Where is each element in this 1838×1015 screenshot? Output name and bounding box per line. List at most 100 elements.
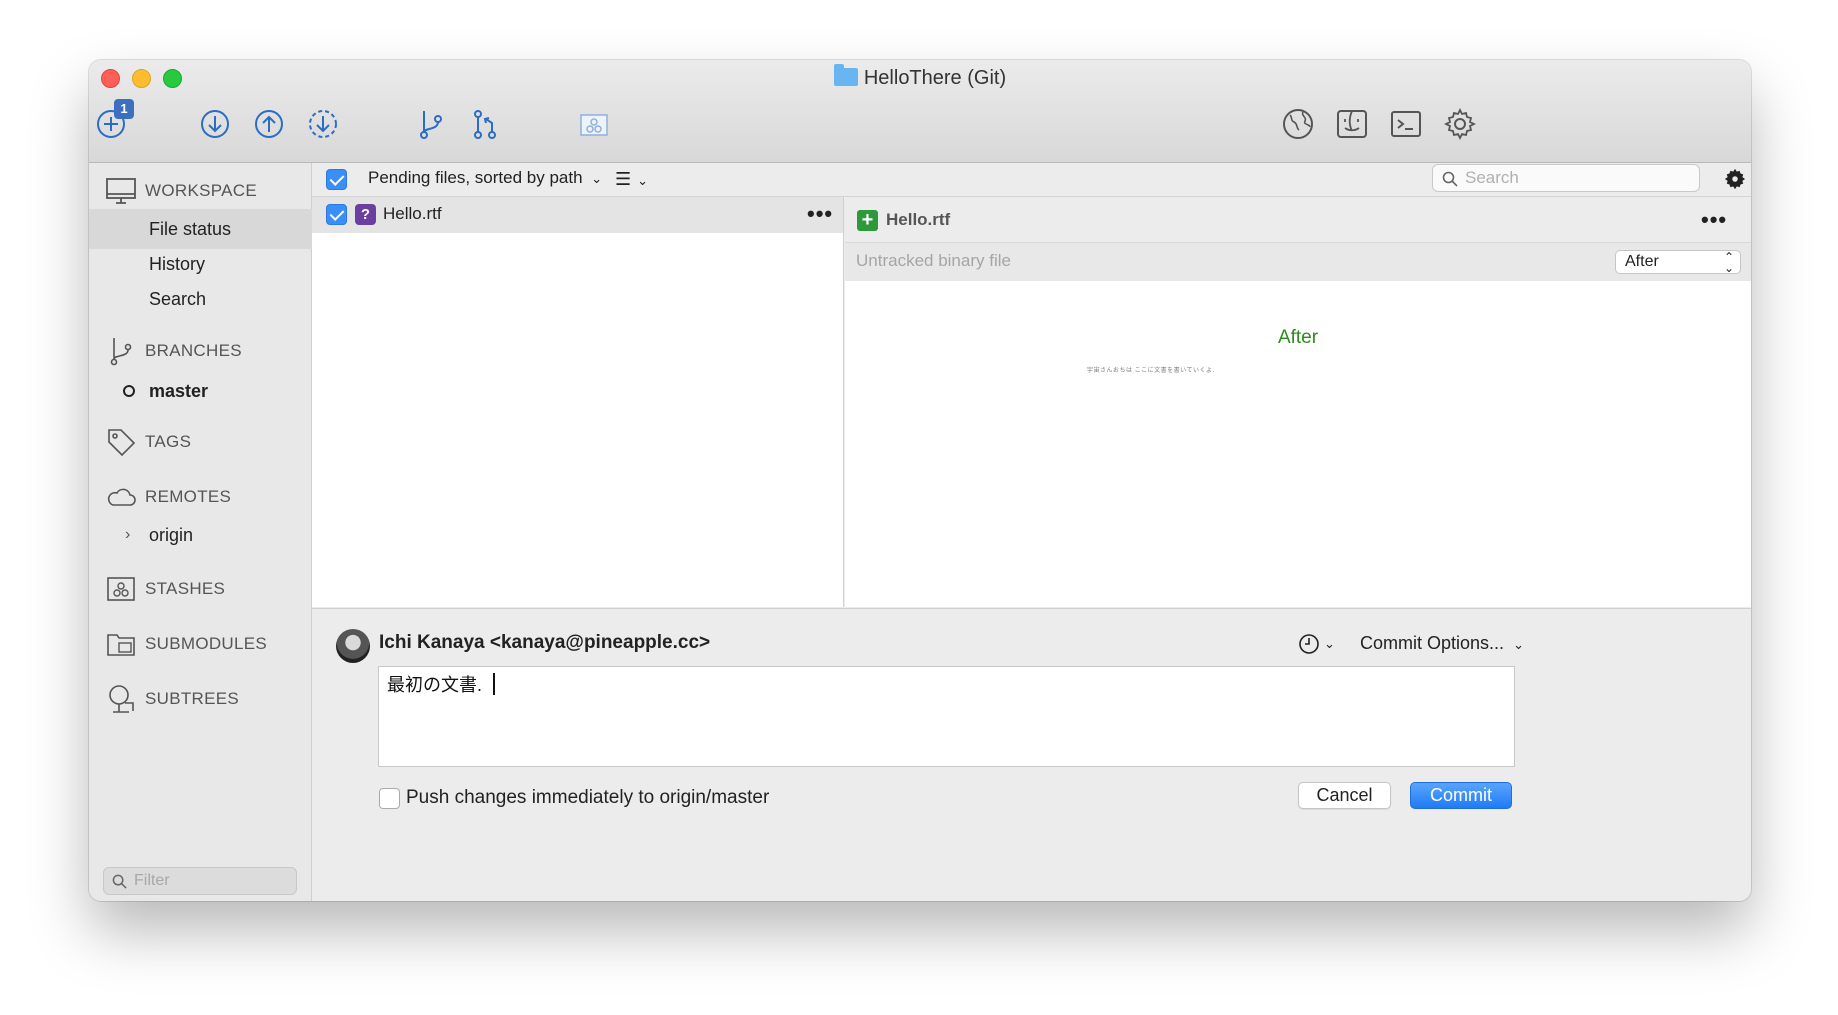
untracked-icon: ? [355,204,376,225]
pull-icon [201,110,229,138]
sidebar-section-label: TAGS [145,432,192,451]
select-value: After [1625,253,1659,270]
sidebar: WORKSPACE File status History Search BRA… [89,163,312,901]
diff-view: + Hello.rtf ••• Untracked binary file Af… [845,197,1751,607]
list-item[interactable]: ? Hello.rtf ••• [312,197,843,233]
file-checkbox[interactable] [326,204,347,225]
sidebar-item-file-status[interactable]: File status [89,209,312,249]
sidebar-item-origin[interactable]: › origin [89,515,312,555]
preview-document-text: 宇宙さんおちは ここに文書を書いていくよ. [1087,368,1215,374]
new-button[interactable]: 1 [92,99,134,143]
added-icon: + [857,210,878,231]
diff-file-name: Hello.rtf [886,210,951,229]
finder-button[interactable] [1333,105,1371,143]
push-label: Push changes immediately to origin/maste… [406,787,770,808]
sidebar-section-label: WORKSPACE [145,181,257,200]
branch-label: master [149,381,209,401]
stash-button[interactable] [575,105,613,143]
file-list-header: Pending files, sorted by path ⌄ ☰ ⌄ Searc… [312,163,1751,197]
tag-icon [108,429,136,457]
gear-icon [1724,168,1746,190]
filter-placeholder: Filter [134,872,170,889]
list-icon: ☰ [615,169,632,189]
history-dropdown[interactable]: ⌄ [1298,633,1335,655]
file-name: Hello.rtf [383,204,442,223]
chevron-down-icon: ⌄ [1749,171,1751,187]
sidebar-section-workspace[interactable]: WORKSPACE [105,175,257,207]
diff-view-select[interactable]: After ⌃ ⌄ [1615,250,1741,274]
sidebar-section-branches[interactable]: BRANCHES [105,335,242,367]
sidebar-section-subtrees[interactable]: SUBTREES [105,683,239,715]
more-icon[interactable]: ••• [807,201,833,227]
terminal-button[interactable] [1387,105,1425,143]
push-checkbox[interactable] [379,787,400,809]
browser-icon [1283,109,1313,139]
sort-dropdown[interactable]: Pending files, sorted by path ⌄ [368,168,602,188]
more-icon[interactable]: ••• [1701,207,1727,233]
diff-subheader: Untracked binary file After ⌃ ⌄ [845,243,1751,281]
avatar [336,629,370,663]
preview-label: After [1277,327,1319,348]
toolbar: HelloThere (Git) 1 [89,60,1751,163]
sidebar-filter-input[interactable]: Filter [103,867,297,895]
pull-button[interactable] [196,105,234,143]
sidebar-section-submodules[interactable]: SUBMODULES [105,628,267,660]
window-title-text: HelloThere (Git) [863,67,1007,89]
sidebar-item-history[interactable]: History [89,244,312,284]
view-mode-dropdown[interactable]: ☰ ⌄ [615,169,648,190]
sidebar-section-stashes[interactable]: STASHES [105,573,225,605]
pending-file-list: ? Hello.rtf ••• [312,197,844,607]
chevron-down-icon: ⌄ [1324,636,1335,651]
push-option[interactable]: Push changes immediately to origin/maste… [379,787,769,809]
sidebar-section-label: BRANCHES [145,341,242,360]
branch-button[interactable] [412,105,450,143]
stash-icon [107,577,135,601]
commit-author: Ichi Kanaya <kanaya@pineapple.cc> [379,632,711,653]
search-input[interactable]: Search [1432,164,1700,192]
branch-icon [420,111,442,139]
chevron-down-icon: ⌄ [591,171,603,186]
updown-icon: ⌃ ⌄ [1723,250,1734,275]
app-window: HelloThere (Git) 1 WORKSPACE File status… [89,60,1751,901]
sidebar-section-label: SUBTREES [145,689,240,708]
sidebar-section-tags[interactable]: TAGS [105,426,191,458]
tree-icon [109,685,134,713]
window-title: HelloThere (Git) [89,64,1751,90]
search-icon [1442,171,1458,187]
sidebar-section-label: SUBMODULES [145,634,268,653]
commit-options-label: Commit Options... [1360,633,1505,653]
merge-button[interactable] [466,105,504,143]
search-placeholder: Search [1465,168,1519,187]
diff-status-text: Untracked binary file [856,251,1011,270]
file-actions-menu[interactable]: ⌄ [1724,166,1751,192]
settings-button[interactable] [1441,105,1479,143]
fetch-button[interactable] [304,105,342,143]
fetch-icon [309,110,337,138]
stash-icon [580,114,608,136]
commit-button[interactable]: Commit [1410,782,1512,809]
push-icon [255,110,283,138]
browser-button[interactable] [1279,105,1317,143]
chevron-down-icon: ⌄ [1513,637,1524,652]
sort-label: Pending files, sorted by path [368,168,583,187]
settings-icon [1443,107,1477,141]
new-badge: 1 [114,99,134,119]
sidebar-section-remotes[interactable]: REMOTES [105,481,231,513]
push-button[interactable] [250,105,288,143]
select-all-checkbox[interactable] [326,169,347,190]
sidebar-section-label: REMOTES [145,487,232,506]
commit-options-dropdown[interactable]: Commit Options... ⌄ [1360,633,1524,654]
text-cursor [493,673,495,695]
cloud-icon [107,488,136,506]
diff-header: + Hello.rtf ••• [845,197,1751,243]
clock-icon [1299,634,1319,654]
commit-message-field[interactable]: 最初の文書. [378,666,1515,767]
cancel-button[interactable]: Cancel [1298,782,1391,809]
branch-icon [110,338,132,366]
sidebar-item-master[interactable]: master [89,371,312,411]
merge-icon [474,110,496,139]
terminal-icon [1391,111,1421,137]
sidebar-item-search[interactable]: Search [89,279,312,319]
remote-label: origin [149,525,194,545]
chevron-right-icon[interactable]: › [125,515,130,555]
